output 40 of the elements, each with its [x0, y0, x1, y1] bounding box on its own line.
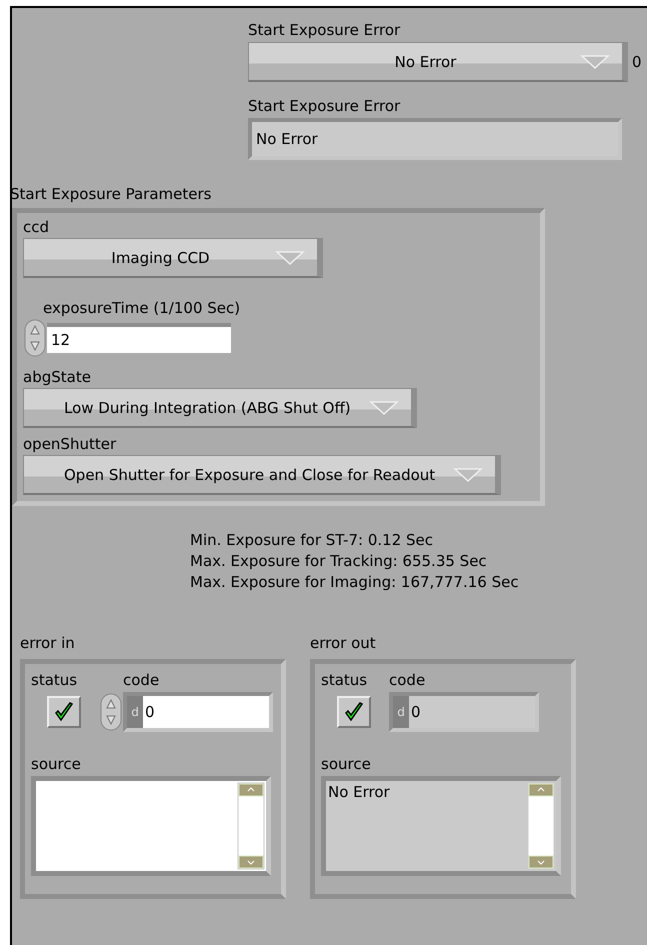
- note-text: Min. Exposure for ST-7: 0.12 Sec: [190, 530, 434, 551]
- note-text: Max. Exposure for Imaging: 167,777.16 Sec: [190, 572, 520, 593]
- code-label: code: [389, 670, 426, 690]
- ring-label: Start Exposure Error: [248, 20, 402, 40]
- code-field[interactable]: d 0: [123, 692, 273, 732]
- dropdown-arrow-icon: [453, 466, 484, 482]
- scrollbar-icon[interactable]: [526, 781, 556, 871]
- indicator-label: Start Exposure Error: [248, 96, 402, 116]
- numeric-field[interactable]: 12: [47, 323, 231, 353]
- status-checkbox[interactable]: [47, 696, 81, 728]
- dropdown-arrow-icon: [368, 400, 399, 416]
- source-text-box: No Error: [321, 776, 561, 876]
- ring-value: 0: [632, 53, 642, 71]
- status-label: status: [321, 670, 368, 690]
- check-icon: [343, 701, 365, 723]
- ring-dropdown[interactable]: Imaging CCD: [23, 238, 323, 278]
- error-ring-dropdown[interactable]: No Error: [248, 42, 628, 82]
- field-label: exposureTime (1/100 Sec): [43, 298, 240, 318]
- note-text: Max. Exposure for Tracking: 655.35 Sec: [190, 551, 488, 572]
- cluster-label: Start Exposure Parameters: [10, 184, 212, 204]
- code-field: d 0: [389, 692, 539, 732]
- field-label: abgState: [23, 367, 91, 387]
- spinner-arrows-icon[interactable]: [99, 693, 123, 731]
- ring-dropdown[interactable]: Open Shutter for Exposure and Close for Readout: [23, 455, 502, 495]
- status-label: status: [31, 670, 78, 690]
- ring-dropdown[interactable]: Low During Integration (ABG Shut Off): [23, 388, 417, 428]
- source-label: source: [31, 754, 82, 774]
- cluster-label: error in: [20, 633, 76, 653]
- source-text-box[interactable]: [31, 776, 271, 876]
- field-label: openShutter: [23, 434, 116, 454]
- field-label: ccd: [23, 217, 50, 237]
- check-icon: [53, 701, 75, 723]
- dropdown-arrow-icon: [275, 250, 305, 266]
- source-label: source: [321, 754, 372, 774]
- cluster-label: error out: [310, 633, 377, 653]
- code-label: code: [123, 670, 160, 690]
- error-string-indicator: No Error: [248, 118, 622, 160]
- spinner-arrows-icon[interactable]: [23, 319, 47, 357]
- dropdown-arrow-icon: [580, 54, 610, 70]
- scrollbar-icon[interactable]: [236, 781, 266, 871]
